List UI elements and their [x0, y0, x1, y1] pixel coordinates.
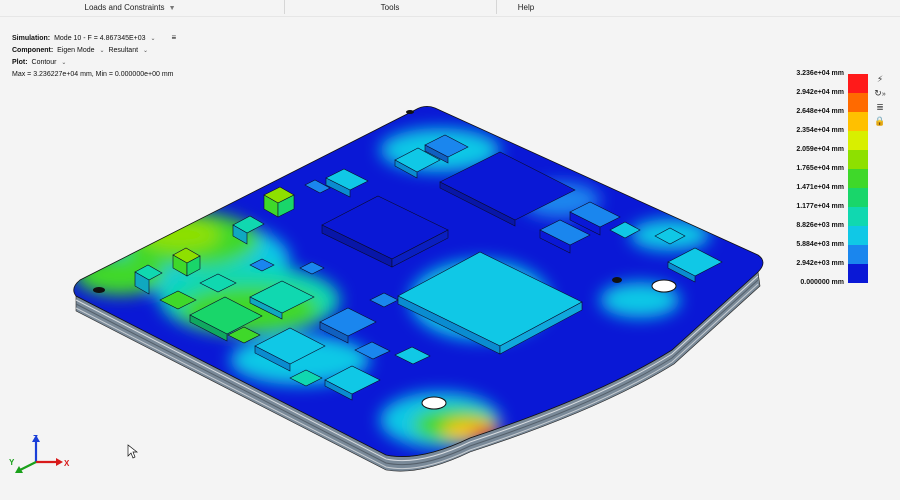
- legend-label: 2.942e+03 mm: [796, 260, 844, 267]
- chevron-down-icon[interactable]: ⌄: [151, 36, 156, 42]
- component-row[interactable]: Component: Eigen Mode ⌄ Resultant ⌄: [12, 45, 176, 57]
- lightning-icon[interactable]: ⚡: [872, 72, 888, 86]
- simulation-info-panel: Simulation: Mode 10 - F = 4.867345E+03 ⌄…: [12, 32, 176, 80]
- axis-triad: Z X Y: [9, 434, 70, 473]
- legend-label: 2.648e+04 mm: [796, 108, 844, 115]
- max-min-text: Max = 3.236227e+04 mm, Min = 0.000000e+0…: [12, 71, 174, 78]
- legend-swatch: [848, 74, 868, 93]
- legend-label: 0.000000 mm: [800, 279, 844, 286]
- y-label: Y: [9, 458, 15, 467]
- x-axis-arrow: [56, 458, 63, 466]
- chevron-down-icon[interactable]: ⌄: [61, 60, 66, 66]
- legend-swatch: [848, 131, 868, 150]
- legend-label: 3.236e+04 mm: [796, 70, 844, 77]
- legend-label: 1.765e+04 mm: [796, 165, 844, 172]
- legend-swatch: [848, 207, 868, 226]
- y-axis: [19, 461, 37, 471]
- plot-value: Contour: [31, 59, 57, 66]
- z-label: Z: [33, 434, 38, 443]
- chevron-down-icon[interactable]: ⌄: [99, 48, 104, 54]
- viewport-toolbar: ⚡ ↻» ≣ 🔒: [872, 72, 888, 128]
- component-value: Eigen Mode: [57, 47, 95, 54]
- simulation-label: Simulation:: [12, 35, 51, 42]
- collapse-icon[interactable]: »: [882, 91, 886, 98]
- legend-label: 2.059e+04 mm: [796, 146, 844, 153]
- legend-swatch: [848, 264, 868, 283]
- simulation-value: Mode 10 - F = 4.867345E+03: [54, 35, 146, 42]
- plot-row[interactable]: Plot: Contour ⌄: [12, 57, 176, 69]
- rotate-icon[interactable]: ↻»: [872, 86, 888, 100]
- x-label: X: [64, 459, 70, 468]
- lock-icon[interactable]: 🔒: [872, 114, 888, 128]
- mouse-cursor-icon: [127, 444, 139, 459]
- component-label: Component:: [12, 47, 54, 54]
- legend-swatch: [848, 150, 868, 169]
- legend-swatch: [848, 93, 868, 112]
- legend-label: 2.942e+04 mm: [796, 89, 844, 96]
- legend-label: 1.177e+04 mm: [796, 203, 844, 210]
- legend-label: 8.826e+03 mm: [796, 222, 844, 229]
- chevron-down-icon[interactable]: ⌄: [143, 48, 148, 54]
- legend-label: 2.354e+04 mm: [796, 127, 844, 134]
- legend-swatch: [848, 245, 868, 264]
- legend-swatch: [848, 169, 868, 188]
- component-value-2: Resultant: [108, 47, 139, 54]
- legend-label: 5.884e+03 mm: [796, 241, 844, 248]
- legend-label: 1.471e+04 mm: [796, 184, 844, 191]
- simulation-row[interactable]: Simulation: Mode 10 - F = 4.867345E+03 ⌄…: [12, 32, 176, 45]
- legend-swatch: [848, 112, 868, 131]
- list-icon[interactable]: ≣: [872, 100, 888, 114]
- list-icon[interactable]: ≡: [171, 33, 176, 42]
- plot-label: Plot:: [12, 59, 28, 66]
- legend-swatch: [848, 226, 868, 245]
- legend-swatch: [848, 188, 868, 207]
